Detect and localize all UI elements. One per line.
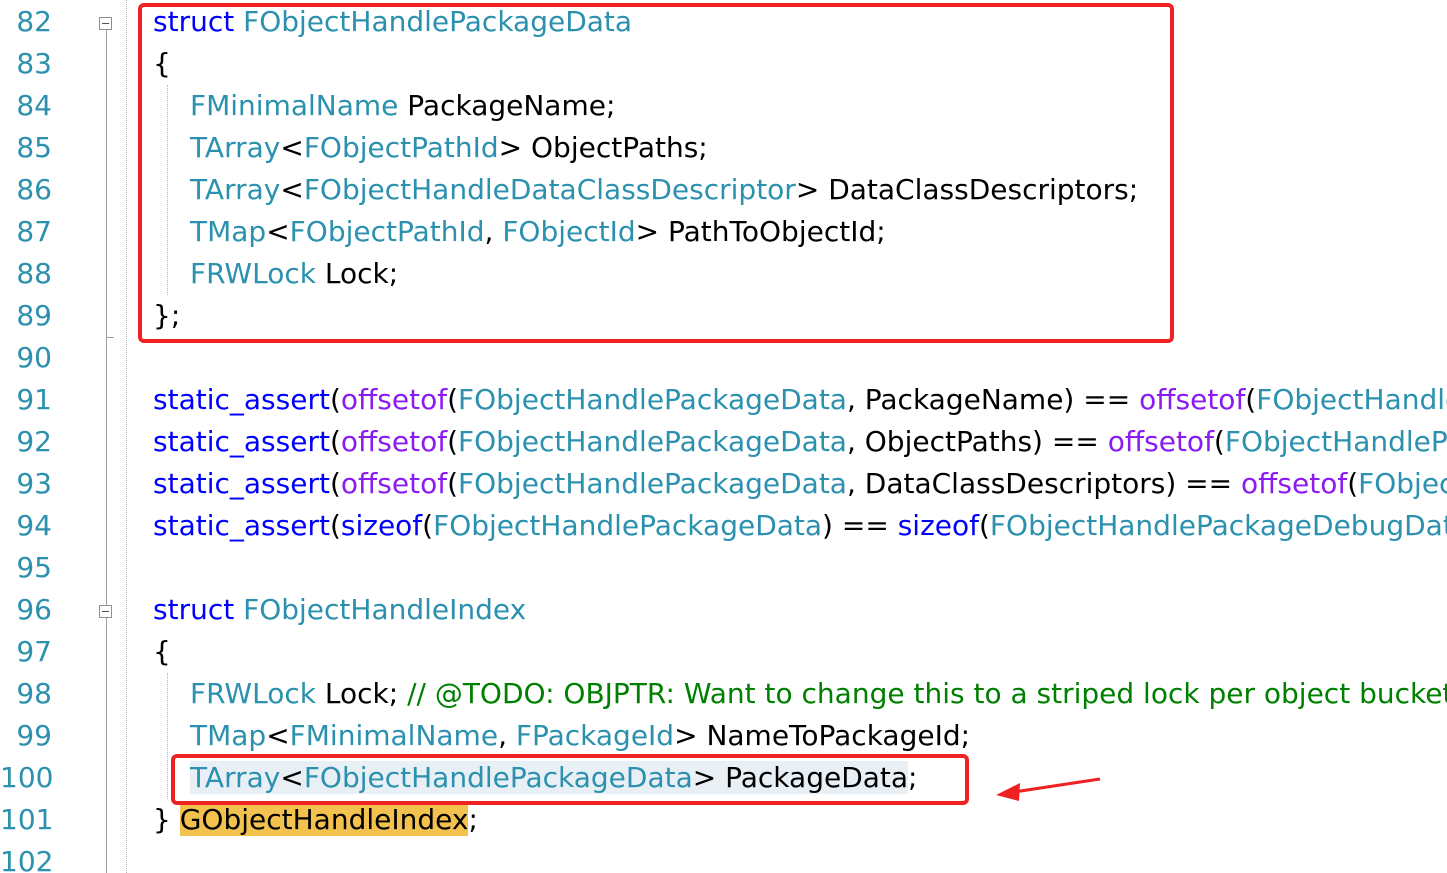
- line-number: 89: [16, 299, 52, 332]
- function-name: offsetof: [340, 425, 448, 458]
- type-name: FPackageId: [515, 719, 675, 752]
- brace: }: [153, 803, 180, 836]
- line-number: 92: [16, 425, 52, 458]
- line-number: 96: [16, 593, 52, 626]
- type-name: FObjectHandlePackageDebugData: [1224, 425, 1447, 458]
- code-text: , PackageName) ==: [846, 383, 1140, 416]
- keyword: static_assert: [153, 509, 330, 542]
- code-text: (: [329, 509, 341, 542]
- type-name: TMap: [190, 719, 267, 752]
- code-line-96: struct FObjectHandleIndex: [153, 589, 526, 631]
- type-name: FObjectHandlePackageData: [458, 383, 847, 416]
- line-number: 82: [16, 5, 52, 38]
- indent-guide: [167, 673, 168, 799]
- code-text: (: [447, 467, 459, 500]
- function-name: offsetof: [340, 383, 448, 416]
- code-line-94: static_assert(sizeof(FObjectHandlePackag…: [153, 505, 1447, 547]
- type-name: FObjectHandlePackageDebugData: [1256, 383, 1447, 416]
- code-text: (: [329, 467, 341, 500]
- line-number: 93: [16, 467, 52, 500]
- type-name: FRWLock: [190, 677, 316, 710]
- line-number: 83: [16, 47, 52, 80]
- keyword: static_assert: [153, 425, 330, 458]
- function-name: offsetof: [1107, 425, 1214, 458]
- fold-gap-line: [106, 337, 107, 605]
- code-text: (: [447, 425, 459, 458]
- code-text: (: [978, 509, 990, 542]
- type-name: FObjectHandlePackageData: [458, 467, 847, 500]
- line-number: 87: [16, 215, 52, 248]
- code-text: (: [329, 425, 341, 458]
- code-text: , ObjectPaths) ==: [846, 425, 1108, 458]
- function-name: offsetof: [340, 467, 448, 500]
- brace: {: [153, 635, 171, 668]
- line-number: 100: [0, 761, 54, 794]
- line-number: 90: [16, 341, 52, 374]
- code-line-99: TMap<FMinimalName, FPackageId> NameToPac…: [190, 715, 970, 757]
- type-name: FObjectHandlePackageDebugData: [989, 509, 1447, 542]
- fold-region-line: [106, 618, 107, 873]
- code-text: (: [422, 509, 434, 542]
- code-comment: // @TODO: OBJPTR: Want to change this to…: [407, 677, 1447, 710]
- code-line-97: {: [153, 631, 171, 673]
- function-name: offsetof: [1240, 467, 1348, 500]
- line-number: 86: [16, 173, 52, 206]
- keyword: static_assert: [153, 383, 330, 416]
- line-number: 95: [16, 551, 52, 584]
- line-number: 85: [16, 131, 52, 164]
- line-number: 101: [0, 803, 54, 836]
- code-text: ;: [468, 803, 478, 836]
- type-name: FObjectHandleIndex: [243, 593, 527, 626]
- margin-separator: [126, 0, 127, 873]
- fold-region-line: [106, 30, 107, 337]
- collapse-region-button[interactable]: [99, 605, 112, 618]
- line-number: 88: [16, 257, 52, 290]
- line-number: 97: [16, 635, 52, 668]
- highlighted-symbol[interactable]: GObjectHandleIndex: [179, 803, 469, 836]
- keyword: static_assert: [153, 467, 330, 500]
- code-text: > NameToPackageId;: [674, 719, 971, 752]
- line-number: 98: [16, 677, 52, 710]
- fold-region-end: [106, 337, 114, 338]
- code-text: ) ==: [822, 509, 898, 542]
- line-number: 91: [16, 383, 52, 416]
- type-name: FObjectHandlePackageData: [433, 509, 823, 542]
- function-name: offsetof: [1139, 383, 1246, 416]
- code-text: Lock;: [315, 677, 408, 710]
- code-line-101: } GObjectHandleIndex;: [153, 799, 478, 841]
- arrow-icon: [996, 777, 1101, 801]
- code-line-98: FRWLock Lock; // @TODO: OBJPTR: Want to …: [190, 673, 1447, 715]
- type-name: FMinimalName: [289, 719, 499, 752]
- type-name: FObjectHandlePackageData: [458, 425, 847, 458]
- line-number: 99: [16, 719, 52, 752]
- code-line-91: static_assert(offsetof(FObjectHandlePack…: [153, 379, 1447, 421]
- struct-highlight-box: [138, 3, 1174, 343]
- code-text: , DataClassDescriptors) ==: [846, 467, 1241, 500]
- line-number: 84: [16, 89, 52, 122]
- code-text: ,: [498, 719, 516, 752]
- code-text: (: [447, 383, 459, 416]
- keyword: sizeof: [340, 509, 423, 542]
- code-text: (: [329, 383, 341, 416]
- keyword: struct: [153, 593, 235, 626]
- code-text: (: [1213, 425, 1225, 458]
- keyword: sizeof: [897, 509, 979, 542]
- line-number: 94: [16, 509, 52, 542]
- code-line-92: static_assert(offsetof(FObjectHandlePack…: [153, 421, 1447, 463]
- type-name: FObjectHandlePackageDebugData: [1358, 467, 1447, 500]
- code-editor[interactable]: 82 83 84 85 86 87 88 89 90 91 92 93 94 9…: [0, 0, 1447, 873]
- code-text: (: [1245, 383, 1257, 416]
- code-text: <: [266, 719, 290, 752]
- line-highlight-box: [171, 754, 969, 805]
- code-line-93: static_assert(offsetof(FObjectHandlePack…: [153, 463, 1447, 505]
- collapse-region-button[interactable]: [99, 17, 112, 30]
- code-text: (: [1347, 467, 1359, 500]
- line-number: 102: [0, 845, 54, 873]
